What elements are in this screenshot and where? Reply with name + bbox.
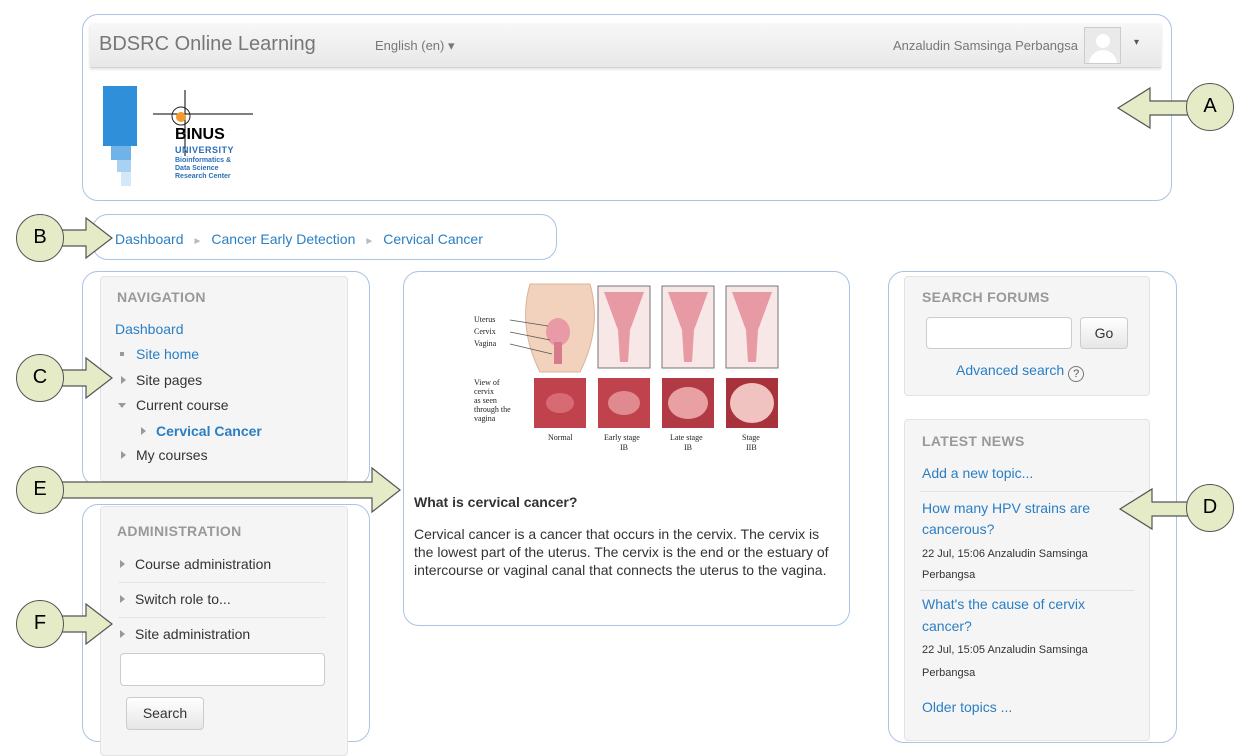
callout-c: C — [16, 354, 64, 402]
callout-b: B — [16, 214, 64, 262]
callout-arrows — [61, 86, 1189, 646]
callout-e: E — [16, 466, 64, 514]
callout-f: F — [16, 600, 64, 648]
arrow-e — [61, 466, 401, 514]
callout-d: D — [1186, 484, 1234, 532]
arrow-b — [61, 216, 113, 260]
arrow-d — [1118, 487, 1189, 531]
callout-a: A — [1186, 83, 1234, 131]
arrow-a — [1116, 86, 1189, 130]
arrow-f — [61, 602, 113, 646]
arrow-c — [61, 356, 113, 400]
